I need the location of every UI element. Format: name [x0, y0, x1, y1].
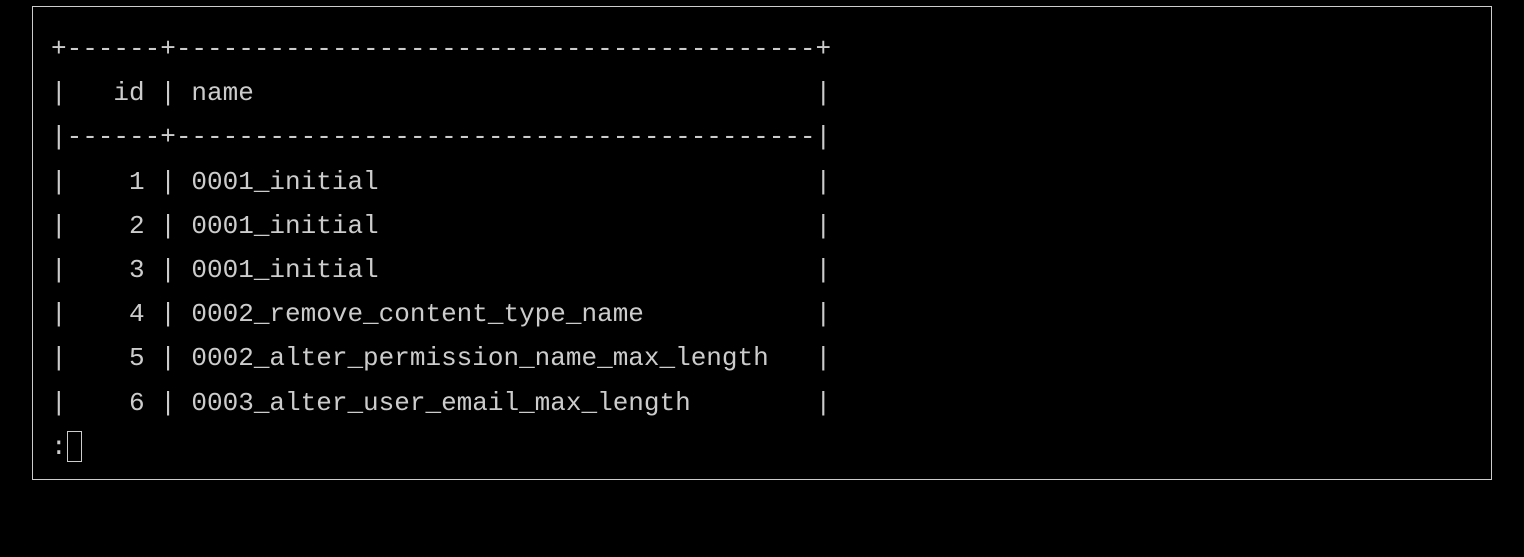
pager-prompt[interactable]: :	[51, 425, 1473, 469]
cursor-icon	[67, 431, 83, 462]
prompt-symbol: :	[51, 425, 67, 469]
terminal-frame: +------+--------------------------------…	[32, 6, 1492, 480]
db-table-output: +------+--------------------------------…	[51, 27, 1473, 425]
